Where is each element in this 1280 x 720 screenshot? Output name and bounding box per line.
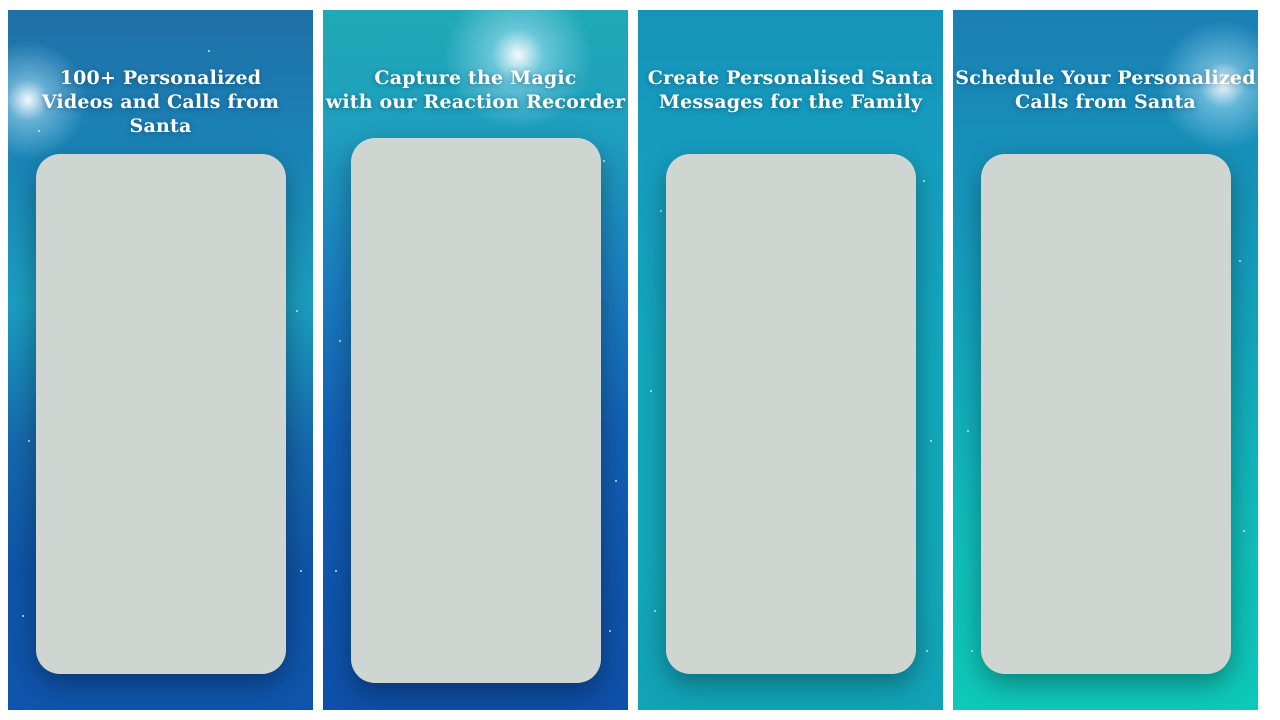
panel-headline: 100+ Personalized Videos and Calls from … — [8, 66, 313, 138]
headline-line-1: Schedule Your Personalized — [955, 67, 1256, 89]
headline-line-2: Calls from Santa — [1015, 91, 1196, 113]
headline-line-1: 100+ Personalized — [59, 67, 262, 89]
panel-headline: Create Personalised Santa Messages for t… — [638, 66, 943, 114]
phone-mockup: 10:07 ← Step 1 of 3 W — [665, 154, 916, 674]
headline-line-1: Capture the Magic — [374, 67, 577, 89]
headline-line-1: Create Personalised Santa — [647, 67, 934, 89]
headline-line-2: with our Reaction Recorder — [325, 91, 626, 113]
phone-mockup: ✕ — [350, 138, 601, 683]
panel-headline: Capture the Magic with our Reaction Reco… — [323, 66, 628, 114]
promo-panel-reaction-recorder: Capture the Magic with our Reaction Reco… — [323, 10, 628, 710]
phone-mockup: 10:07 ← Schedule call — [980, 154, 1231, 674]
headline-line-2: Videos and Calls from Santa — [41, 91, 280, 137]
app-store-screenshot-gallery: 100+ Personalized Videos and Calls from … — [0, 0, 1280, 720]
promo-panel-videos: 100+ Personalized Videos and Calls from … — [8, 10, 313, 710]
panel-headline: Schedule Your Personalized Calls from Sa… — [953, 66, 1258, 114]
promo-panel-schedule-call: Schedule Your Personalized Calls from Sa… — [953, 10, 1258, 710]
phone-mockup: 10:07 Videos ★ Premium — [35, 154, 286, 674]
promo-panel-create-message: Create Personalised Santa Messages for t… — [638, 10, 943, 710]
headline-line-2: Messages for the Family — [658, 91, 923, 113]
